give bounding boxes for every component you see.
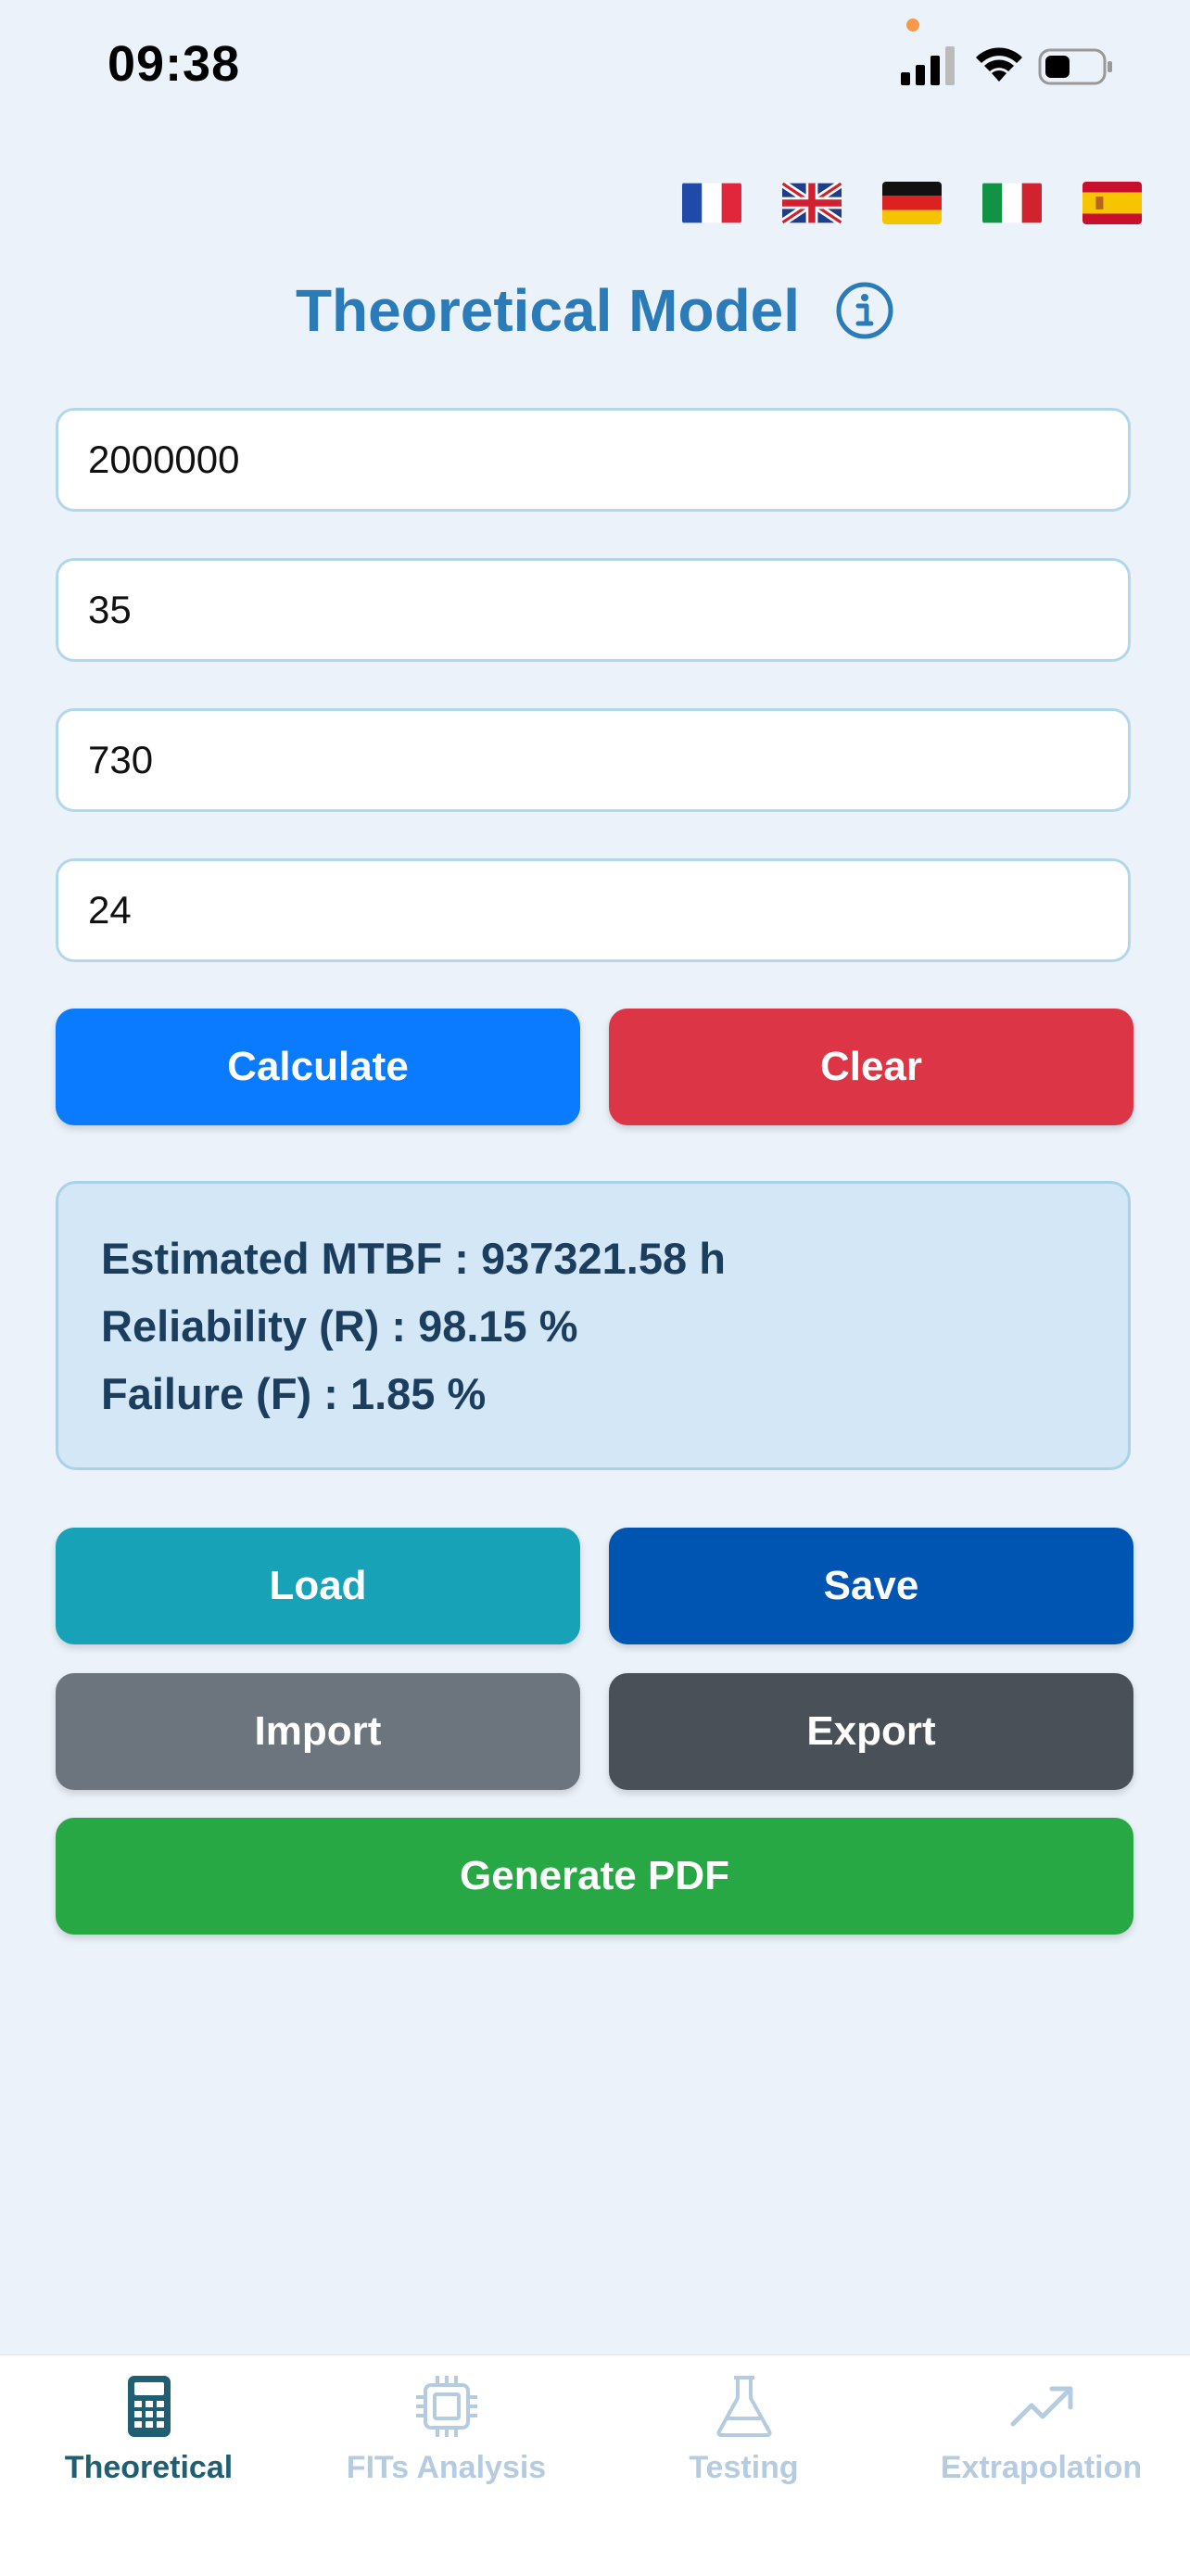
cellular-signal-icon bbox=[901, 46, 955, 85]
tab-testing[interactable]: Testing bbox=[595, 2355, 892, 2576]
import-button[interactable]: Import bbox=[56, 1673, 580, 1790]
tab-label-theoretical: Theoretical bbox=[64, 2450, 234, 2485]
tab-theoretical[interactable]: Theoretical bbox=[0, 2355, 298, 2576]
language-selector bbox=[682, 182, 1142, 224]
reliability-result: Reliability (R) : 98.15 % bbox=[101, 1301, 578, 1351]
info-circle-icon[interactable] bbox=[835, 281, 894, 340]
bottom-tab-bar: Theoretical FITs Analysis Testing Extrap… bbox=[0, 2354, 1190, 2576]
page-title: Theoretical Model bbox=[295, 277, 801, 344]
flask-icon bbox=[715, 2376, 772, 2437]
chip-icon bbox=[415, 2376, 477, 2437]
calculate-button[interactable]: Calculate bbox=[56, 1009, 580, 1125]
results-panel: Estimated MTBF : 937321.58 h Reliability… bbox=[56, 1181, 1131, 1470]
calculator-icon bbox=[127, 2376, 171, 2437]
input-field-3[interactable] bbox=[56, 708, 1131, 812]
trend-up-icon bbox=[1010, 2386, 1072, 2427]
failure-result: Failure (F) : 1.85 % bbox=[101, 1369, 487, 1418]
battery-icon bbox=[1038, 48, 1112, 85]
privacy-indicator-dot bbox=[906, 19, 919, 32]
flag-germany-icon[interactable] bbox=[882, 182, 942, 224]
tab-label-fits-analysis: FITs Analysis bbox=[346, 2450, 547, 2485]
tab-label-testing: Testing bbox=[689, 2450, 799, 2485]
status-time: 09:38 bbox=[108, 36, 241, 92]
input-field-1[interactable] bbox=[56, 408, 1131, 512]
flag-uk-icon[interactable] bbox=[782, 182, 842, 224]
status-bar: 09:38 bbox=[0, 0, 1190, 139]
generate-pdf-button[interactable]: Generate PDF bbox=[56, 1818, 1133, 1935]
input-field-4[interactable] bbox=[56, 858, 1131, 962]
flag-italy-icon[interactable] bbox=[982, 182, 1042, 224]
mtbf-result: Estimated MTBF : 937321.58 h bbox=[101, 1234, 726, 1283]
export-button[interactable]: Export bbox=[609, 1673, 1133, 1790]
tab-extrapolation[interactable]: Extrapolation bbox=[892, 2355, 1190, 2576]
header: Theoretical Model bbox=[0, 276, 1190, 345]
clear-button[interactable]: Clear bbox=[609, 1009, 1133, 1125]
tab-fits-analysis[interactable]: FITs Analysis bbox=[298, 2355, 595, 2576]
flag-france-icon[interactable] bbox=[682, 182, 741, 224]
tab-label-extrapolation: Extrapolation bbox=[940, 2450, 1143, 2485]
load-button[interactable]: Load bbox=[56, 1528, 580, 1644]
save-button[interactable]: Save bbox=[609, 1528, 1133, 1644]
flag-spain-icon[interactable] bbox=[1082, 182, 1142, 224]
wifi-icon bbox=[976, 47, 1022, 82]
input-field-2[interactable] bbox=[56, 558, 1131, 662]
